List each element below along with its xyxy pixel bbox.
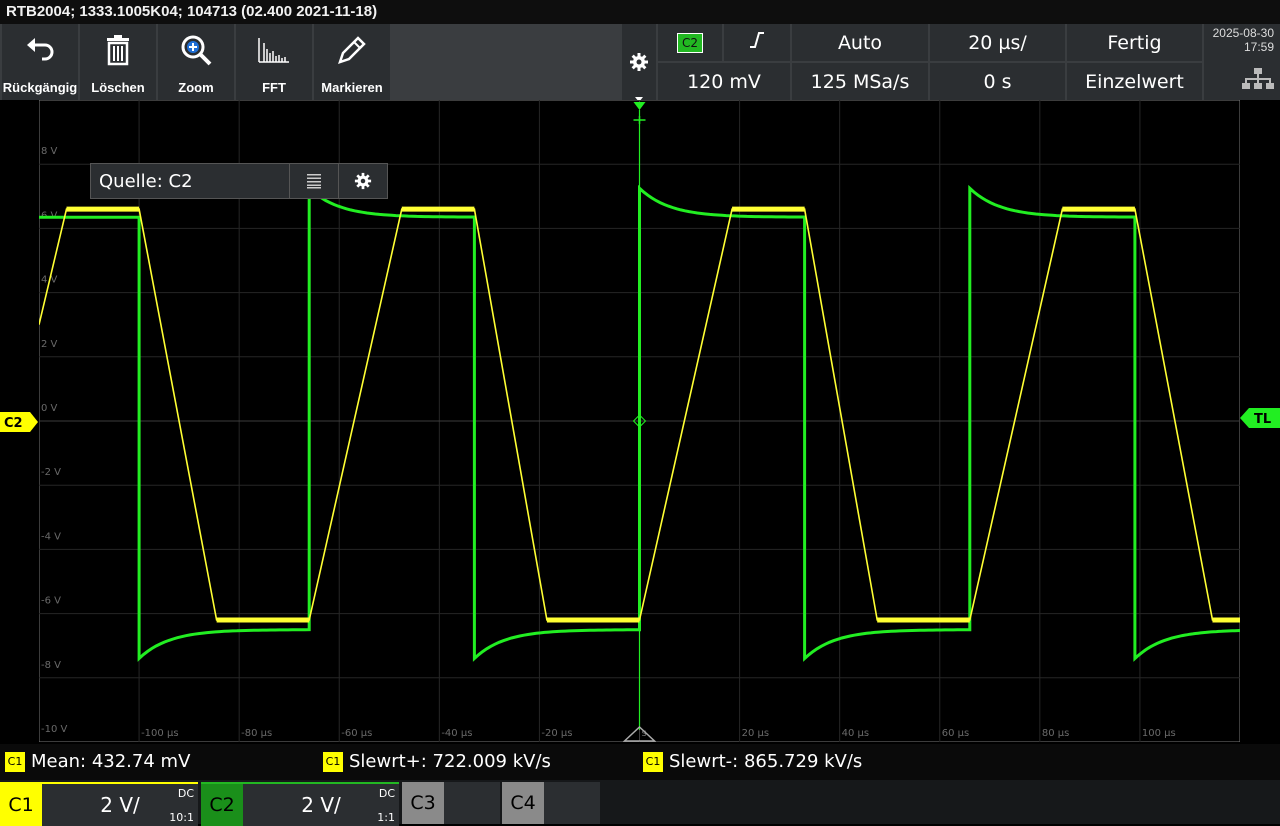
x-tick-label: -60 µs bbox=[341, 728, 372, 739]
undo-button[interactable]: Rückgängig bbox=[2, 24, 78, 100]
c2-marker-label: C2 bbox=[4, 416, 23, 431]
pencil-icon bbox=[314, 30, 390, 70]
zoom-button[interactable]: Zoom bbox=[158, 24, 234, 100]
timebase[interactable]: 20 µs/ bbox=[930, 24, 1065, 61]
title-bar: RTB2004; 1333.1005K04; 104713 (02.400 20… bbox=[0, 0, 1280, 24]
trigger-mode[interactable]: Auto bbox=[792, 24, 928, 61]
time-offset[interactable]: 0 s bbox=[930, 63, 1065, 100]
measurement-bar: C1 Mean: 432.74 mV C1 Slewrt+: 722.009 k… bbox=[0, 744, 1280, 780]
channel-c1-probe: 10:1 bbox=[169, 811, 194, 824]
y-tick-label: -10 V bbox=[41, 724, 68, 735]
trigger-source-cell[interactable]: C2 bbox=[658, 24, 722, 61]
source-settings-icon[interactable] bbox=[338, 164, 387, 198]
y-tick-label: 8 V bbox=[41, 146, 58, 157]
time: 17:59 bbox=[1243, 40, 1274, 54]
zoom-icon bbox=[158, 30, 234, 70]
y-tick-label: -8 V bbox=[41, 660, 61, 671]
gear-icon bbox=[629, 52, 649, 76]
measurement-source-tag: C1 bbox=[5, 751, 25, 772]
channel-c4-settings bbox=[544, 782, 600, 824]
x-tick-label: -100 µs bbox=[141, 728, 178, 739]
x-tick-label: 40 µs bbox=[842, 728, 869, 739]
x-tick-label: 80 µs bbox=[1042, 728, 1069, 739]
trigger-source-badge: C2 bbox=[676, 32, 703, 53]
channel-c2-tag: C2 bbox=[201, 784, 243, 826]
trigger-level-marker[interactable]: TL bbox=[1240, 408, 1280, 432]
channel-c2-coupling: DC bbox=[378, 787, 395, 800]
fft-icon bbox=[236, 30, 312, 70]
mark-button[interactable]: Markieren bbox=[314, 24, 390, 100]
measurement-value: Mean: 432.74 mV bbox=[31, 751, 191, 772]
zoom-label: Zoom bbox=[178, 80, 214, 95]
measurement-slew-rise[interactable]: C1 Slewrt+: 722.009 kV/s bbox=[323, 751, 551, 772]
rising-edge-icon bbox=[749, 31, 765, 54]
y-tick-label: 2 V bbox=[41, 339, 58, 350]
measurement-slew-fall[interactable]: C1 Slewrt-: 865.729 kV/s bbox=[643, 751, 862, 772]
channel-c2[interactable]: C2 2 V/ DC 1:1 bbox=[201, 782, 399, 826]
measurement-value: Slewrt+: 722.009 kV/s bbox=[349, 751, 551, 772]
x-tick-label: 20 µs bbox=[742, 728, 769, 739]
channel-c3-tag: C3 bbox=[402, 782, 444, 824]
channel-c3[interactable]: C3 bbox=[402, 782, 500, 824]
sample-rate[interactable]: 125 MSa/s bbox=[792, 63, 928, 100]
y-tick-label: -4 V bbox=[41, 531, 61, 542]
channel-c2-settings: 2 V/ DC 1:1 bbox=[243, 784, 399, 826]
channel-c1-coupling: DC bbox=[177, 787, 194, 800]
channel-c1-scale: 2 V/ bbox=[100, 793, 140, 817]
trigger-level[interactable]: 120 mV bbox=[658, 63, 790, 100]
measurement-mean[interactable]: C1 Mean: 432.74 mV bbox=[5, 751, 190, 772]
undo-icon bbox=[2, 30, 78, 70]
channel-c4[interactable]: C4 bbox=[502, 782, 600, 824]
channel-c4-tag: C4 bbox=[502, 782, 544, 824]
y-tick-label: 0 V bbox=[41, 403, 58, 414]
channel-c1-settings: 2 V/ DC 10:1 bbox=[42, 784, 198, 826]
measurement-source-tag: C1 bbox=[323, 751, 343, 772]
channel-c1-tag: C1 bbox=[0, 784, 42, 826]
x-tick-label: -80 µs bbox=[241, 728, 272, 739]
channel-bar: C1 2 V/ DC 10:1 C2 2 V/ DC 1:1 C3 C4 bbox=[0, 780, 1280, 826]
channel-c2-probe: 1:1 bbox=[377, 811, 395, 824]
list-icon[interactable] bbox=[289, 164, 338, 198]
trash-icon bbox=[80, 30, 156, 70]
channel-c1[interactable]: C1 2 V/ DC 10:1 bbox=[0, 782, 198, 826]
undo-label: Rückgängig bbox=[2, 80, 78, 95]
datetime: 2025-08-30 17:59 bbox=[1204, 24, 1280, 100]
channel-c3-settings bbox=[444, 782, 500, 824]
run-status[interactable]: Fertig bbox=[1067, 24, 1202, 61]
y-tick-label: -6 V bbox=[41, 596, 61, 607]
toolbar: Rückgängig Löschen Zoom FFT Markieren C2 bbox=[0, 24, 1280, 102]
x-tick-label: -40 µs bbox=[441, 728, 472, 739]
acquisition-mode[interactable]: Einzelwert bbox=[1067, 63, 1202, 100]
date: 2025-08-30 bbox=[1212, 26, 1274, 40]
measurement-value: Slewrt-: 865.729 kV/s bbox=[669, 751, 863, 772]
source-panel[interactable]: Quelle: C2 bbox=[90, 163, 388, 199]
x-tick-label: 60 µs bbox=[942, 728, 969, 739]
mark-label: Markieren bbox=[321, 80, 383, 95]
source-label: Quelle: C2 bbox=[99, 170, 193, 192]
delete-label: Löschen bbox=[91, 80, 145, 95]
fft-button[interactable]: FFT bbox=[236, 24, 312, 100]
tl-marker-label: TL bbox=[1254, 412, 1271, 427]
y-tick-label: -2 V bbox=[41, 467, 61, 478]
fft-label: FFT bbox=[262, 80, 286, 95]
settings-button[interactable] bbox=[622, 24, 656, 102]
x-tick-label: -20 µs bbox=[541, 728, 572, 739]
measurement-source-tag: C1 bbox=[643, 751, 663, 772]
trigger-edge-cell[interactable] bbox=[724, 24, 790, 61]
channel-c2-scale: 2 V/ bbox=[301, 793, 341, 817]
c2-offset-marker[interactable]: C2 bbox=[0, 412, 40, 436]
delete-button[interactable]: Löschen bbox=[80, 24, 156, 100]
network-icon bbox=[1242, 68, 1274, 93]
x-tick-label: 100 µs bbox=[1142, 728, 1176, 739]
